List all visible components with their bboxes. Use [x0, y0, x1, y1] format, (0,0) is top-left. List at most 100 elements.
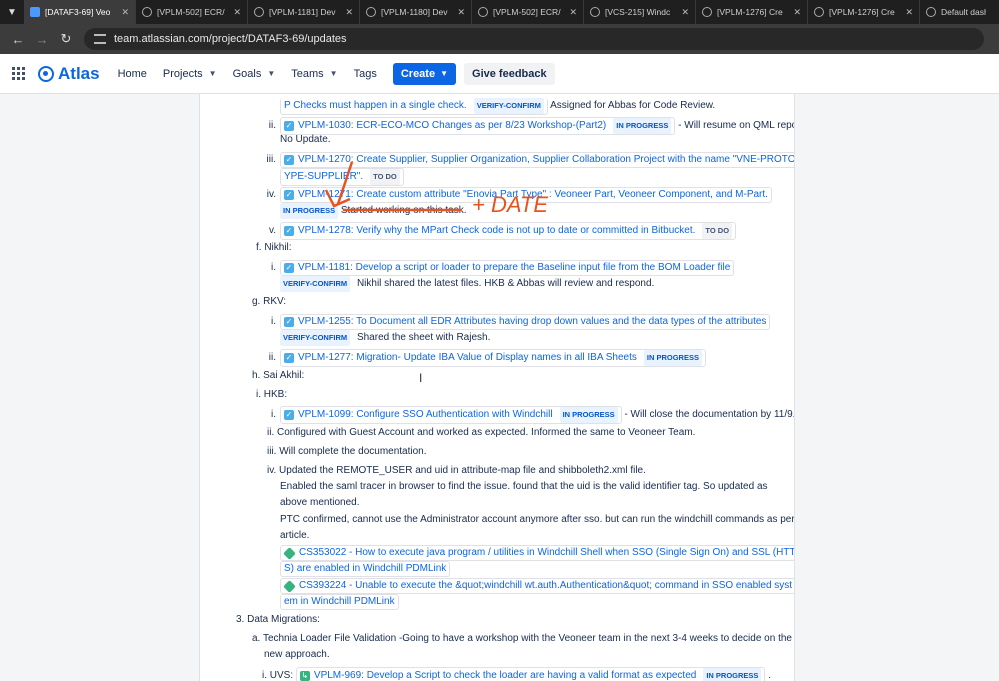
close-icon[interactable]: ✕ [681, 7, 689, 18]
list-item: VERIFY-CONFIRM Shared the sheet with Raj… [280, 330, 490, 346]
list-item: YPE-SUPPLIER". TO DO [280, 168, 404, 186]
issue-link-chip[interactable]: ✓ VPLM-1181: Develop a script or loader t… [280, 260, 735, 276]
give-feedback-button[interactable]: Give feedback [464, 62, 555, 85]
browser-tab[interactable]: [DATAF3-69] Veo ✕ [24, 0, 136, 24]
list-item: ii. ✓ VPLM-1030: ECR-ECO-MCO Changes as pe… [262, 117, 794, 135]
list-item: i. UVS: ↳ VPLM-969: Develop a Script to c… [262, 667, 771, 681]
list-item: iii. ✓ VPLM-1270: Create Supplier, Supplie… [262, 152, 794, 168]
issue-link-chip[interactable]: ✓ VPLM-1270: Create Supplier, Supplier Or… [280, 152, 794, 168]
nav-teams[interactable]: Teams ▼ [291, 68, 337, 80]
list-item: IN PROGRESS Started working on this task… [280, 203, 467, 219]
section-heading: f. Nikhil: [256, 242, 292, 253]
issue-link-chip[interactable]: ✓ VPLM-1278: Verify why the MPart Check c… [280, 222, 737, 240]
browser-tab[interactable]: [VPLM-1181] Dev ✕ [248, 0, 360, 24]
forward-arrow-icon[interactable]: → [30, 32, 54, 47]
chevron-down-icon: ▼ [208, 69, 217, 78]
reload-icon[interactable]: ↻ [54, 31, 78, 47]
browser-tab[interactable]: [VCS-215] Windc ✕ [584, 0, 696, 24]
issue-link-chip[interactable]: ↳ VPLM-969: Develop a Script to check the… [295, 667, 766, 681]
checkbox-icon: ✓ [284, 263, 294, 273]
close-icon[interactable]: ✕ [793, 7, 801, 18]
back-arrow-icon[interactable]: ← [6, 32, 30, 47]
globe-icon [814, 7, 824, 17]
section-heading: i. HKB: [256, 389, 288, 400]
browser-tab[interactable]: [VPLM-502] ECR/✕ [136, 0, 248, 24]
app-header: Atlas Home Projects ▼ Goals ▼ Teams ▼ Tags … [0, 54, 999, 94]
status-badge: IN PROGRESS [559, 407, 618, 423]
update-document: P Checks must happen in a single check. V… [199, 94, 795, 681]
list-item: iv. ✓ VPLM-1271: Create custom attribute "… [262, 187, 772, 203]
list-item-text: PTC confirmed, cannot use the Administra… [280, 514, 795, 525]
checkbox-icon: ✓ [284, 410, 294, 420]
browser-tab[interactable]: [VPLM-1276] Cre ✕ [808, 0, 920, 24]
browser-tab[interactable]: [VPLM-502] ECR/✕ [472, 0, 584, 24]
list-item-text: No Update. [280, 134, 331, 145]
nav-tags[interactable]: Tags [354, 68, 377, 80]
checkbox-icon: ✓ [284, 121, 294, 131]
issue-link-chip[interactable]: ✓ VPLM-1099: Configure SSO Authentication… [280, 406, 622, 424]
status-badge: TO DO [702, 223, 733, 239]
list-item: em in Windchill PDMLink [280, 594, 399, 610]
address-bar[interactable]: team.atlassian.com/project/DATAF3-69/upd… [84, 28, 984, 50]
close-icon[interactable]: ✕ [457, 7, 465, 18]
create-button[interactable]: Create ▼ [392, 62, 457, 85]
status-badge: IN PROGRESS [280, 203, 339, 219]
atlas-icon [30, 7, 40, 17]
list-item-text: new approach. [264, 649, 330, 660]
site-info-icon[interactable] [94, 34, 106, 44]
text-cursor-icon: I [419, 371, 423, 385]
status-badge: IN PROGRESS [643, 350, 702, 366]
list-item-text: article. [280, 530, 310, 541]
article-link-chip[interactable]: em in Windchill PDMLink [280, 594, 399, 610]
list-item-text: iv. Updated the REMOTE_USER and uid in a… [267, 465, 646, 476]
list-item: S) are enabled in Windchill PDMLink [280, 561, 451, 577]
chevron-down-icon: ▼ [329, 69, 338, 78]
browser-tab[interactable]: [VPLM-1276] Cre ✕ [696, 0, 808, 24]
issue-link-chip[interactable]: P Checks must happen in a single check. V… [280, 98, 548, 115]
browser-toolbar: ← → ↻ team.atlassian.com/project/DATAF3-… [0, 24, 999, 54]
atlas-logo[interactable]: Atlas [38, 64, 100, 84]
close-icon[interactable]: ✕ [569, 7, 577, 18]
checkbox-icon: ✓ [284, 317, 294, 327]
atlas-logo-icon [38, 65, 54, 82]
url-text: team.atlassian.com/project/DATAF3-69/upd… [114, 33, 347, 45]
article-link-chip[interactable]: S) are enabled in Windchill PDMLink [280, 561, 451, 577]
nav-home[interactable]: Home [118, 68, 147, 80]
close-icon[interactable]: ✕ [121, 7, 129, 18]
subtask-icon: ↳ [299, 671, 310, 681]
browser-tab-strip: ▼ [DATAF3-69] Veo ✕ [VPLM-502] ECR/✕ [VPL… [0, 0, 999, 24]
section-heading: 3. Data Migrations: [236, 614, 320, 625]
list-item-text: iii. Will complete the documentation. [267, 446, 427, 457]
issue-link-chip[interactable]: YPE-SUPPLIER". TO DO [280, 168, 404, 186]
article-link-chip[interactable]: CS353022 - How to execute java program /… [280, 545, 794, 561]
globe-icon [142, 7, 152, 17]
tab-search-icon[interactable]: ▼ [0, 0, 24, 24]
article-link-chip[interactable]: CS393224 - Unable to execute the &quot;w… [280, 578, 794, 594]
issue-link-chip[interactable]: ✓ VPLM-1255: To Document all EDR Attribut… [280, 314, 771, 330]
list-item: i. ✓ VPLM-1099: Configure SSO Authenticati… [262, 406, 794, 424]
close-icon[interactable]: ✕ [233, 7, 241, 18]
section-heading: g. RKV: [252, 296, 287, 307]
list-item: ii. ✓ VPLM-1277: Migration- Update IBA Val… [262, 349, 706, 367]
checkbox-icon: ✓ [284, 190, 294, 200]
issue-link-chip[interactable]: ✓ VPLM-1030: ECR-ECO-MCO Changes as per 8… [280, 117, 676, 135]
issue-link-chip[interactable]: ✓ VPLM-1271: Create custom attribute "Eno… [280, 187, 772, 203]
nav-projects[interactable]: Projects ▼ [163, 68, 217, 80]
list-item: VERIFY-CONFIRM Nikhil shared the latest … [280, 276, 654, 292]
globe-icon [702, 7, 712, 17]
app-switcher-icon[interactable] [12, 66, 26, 81]
globe-icon [478, 7, 488, 17]
issue-link-chip[interactable]: ✓ VPLM-1277: Migration- Update IBA Value … [280, 349, 706, 367]
status-badge: TO DO [370, 169, 400, 185]
close-icon[interactable]: ✕ [905, 7, 913, 18]
status-badge: IN PROGRESS [613, 118, 672, 134]
globe-icon [254, 7, 264, 17]
checkbox-icon: ✓ [284, 155, 294, 165]
nav-goals[interactable]: Goals ▼ [233, 68, 276, 80]
globe-icon [926, 7, 936, 17]
status-badge: VERIFY-CONFIRM [473, 98, 544, 114]
close-icon[interactable]: ✕ [345, 7, 353, 18]
browser-tab[interactable]: Default dash [920, 0, 992, 24]
list-item: i. ✓ VPLM-1255: To Document all EDR Attrib… [262, 314, 771, 330]
browser-tab[interactable]: [VPLM-1180] Dev ✕ [360, 0, 472, 24]
